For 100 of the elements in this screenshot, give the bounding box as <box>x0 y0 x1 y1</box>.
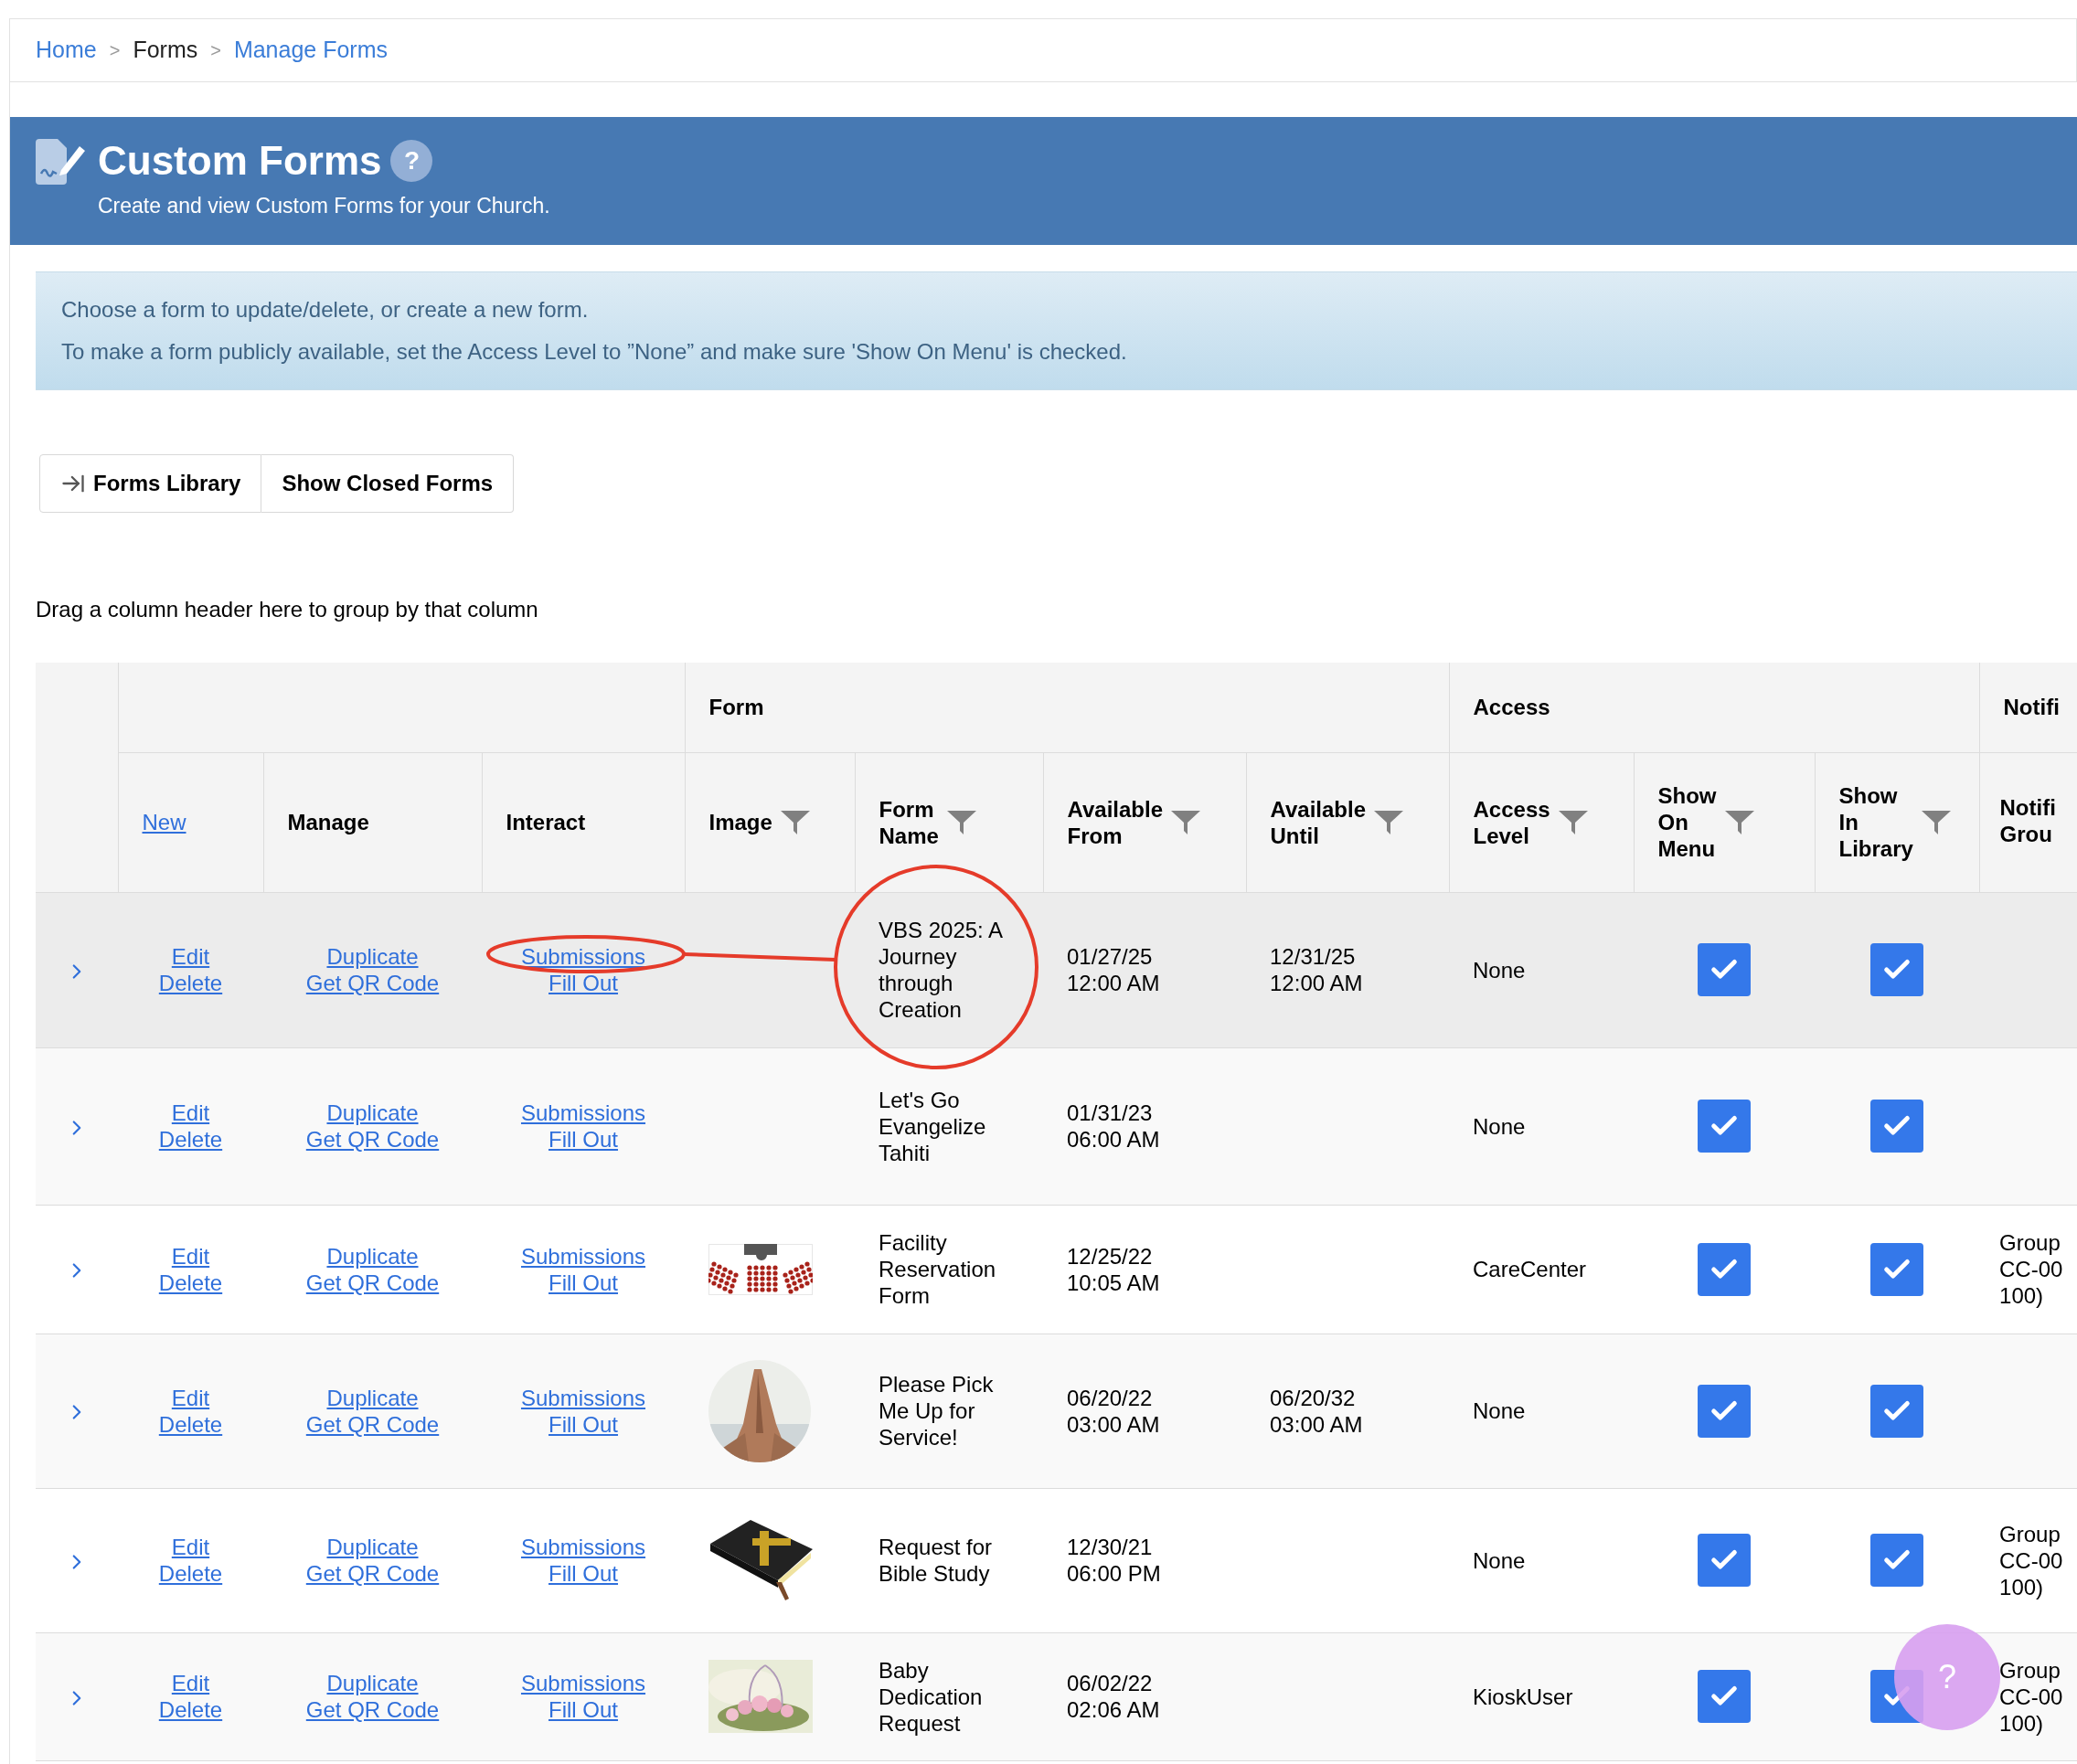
fill-out-link[interactable]: Fill Out <box>549 970 618 996</box>
filter-icon[interactable] <box>1373 808 1404 836</box>
available-until: 12/31/25 12:00 AM <box>1270 943 1364 996</box>
access-level: CareCenter <box>1473 1257 1587 1281</box>
form-name: Baby Dedication Request <box>879 1657 983 1736</box>
access-level: None <box>1473 1398 1526 1423</box>
breadcrumb-current: Forms <box>133 36 198 65</box>
qr-code-link[interactable]: Get QR Code <box>305 970 440 996</box>
column-header: Manage <box>287 808 369 835</box>
checkbox[interactable] <box>1870 943 1923 996</box>
available-from: 06/02/22 02:06 AM <box>1067 1670 1161 1723</box>
submissions-link[interactable]: Submissions <box>520 1534 646 1560</box>
filter-icon[interactable] <box>1557 808 1589 836</box>
duplicate-link[interactable]: Duplicate <box>326 1242 419 1270</box>
column-header: Show On Menu <box>1657 782 1717 862</box>
form-name: Facility Reservation Form <box>879 1230 996 1308</box>
access-level: KioskUser <box>1473 1684 1573 1709</box>
available-until: 06/20/32 03:00 AM <box>1270 1384 1364 1438</box>
checkbox[interactable] <box>1698 1100 1751 1153</box>
breadcrumb-separator: > <box>210 39 221 62</box>
form-name: Please Pick Me Up for Service! <box>879 1372 994 1450</box>
duplicate-link[interactable]: Duplicate <box>326 1384 419 1411</box>
notification-group: Group CC-00 100) <box>1999 1520 2077 1600</box>
edit-link[interactable]: Edit <box>171 1242 210 1270</box>
access-level: None <box>1473 1547 1526 1573</box>
edit-link[interactable]: Edit <box>171 1384 210 1411</box>
edit-link[interactable]: Edit <box>171 1670 210 1696</box>
new-form-link[interactable]: New <box>142 809 186 834</box>
notification-group: Group CC-00 100) <box>1999 1656 2077 1737</box>
page-subtitle: Create and view Custom Forms for your Church. <box>98 193 550 219</box>
column-group-header: Form <box>708 694 764 719</box>
available-from: 01/27/25 12:00 AM <box>1067 943 1161 996</box>
fill-out-link[interactable]: Fill Out <box>549 1126 618 1153</box>
filter-icon[interactable] <box>1723 808 1755 836</box>
edit-link[interactable]: Edit <box>171 943 210 970</box>
filter-icon[interactable] <box>779 808 811 836</box>
delete-link[interactable]: Delete <box>158 1410 223 1438</box>
qr-code-link[interactable]: Get QR Code <box>305 1410 440 1438</box>
column-header: Access Level <box>1473 795 1550 849</box>
checkbox[interactable] <box>1698 943 1751 996</box>
fill-out-link[interactable]: Fill Out <box>549 1696 618 1723</box>
qr-code-link[interactable]: Get QR Code <box>305 1126 440 1153</box>
column-header: Interact <box>506 808 586 835</box>
edit-link[interactable]: Edit <box>171 1100 210 1126</box>
available-from: 06/20/22 03:00 AM <box>1067 1384 1161 1438</box>
column-header: Form Name <box>879 795 939 849</box>
access-level: None <box>1473 957 1526 983</box>
column-group-header: Access <box>1473 694 1550 719</box>
submissions-link[interactable]: Submissions <box>520 1384 646 1411</box>
fill-out-link[interactable]: Fill Out <box>549 1560 618 1587</box>
available-from: 01/31/23 06:00 AM <box>1067 1100 1161 1153</box>
forms-library-button[interactable]: Forms Library <box>39 454 262 513</box>
checkbox[interactable] <box>1870 1384 1923 1438</box>
info-text: Choose a form to update/delete, or create a new form. <box>61 296 590 324</box>
duplicate-link[interactable]: Duplicate <box>326 1100 419 1126</box>
form-name: Let's Go Evangelize Tahiti <box>879 1087 986 1165</box>
delete-link[interactable]: Delete <box>158 1126 223 1153</box>
duplicate-link[interactable]: Duplicate <box>326 1670 419 1696</box>
delete-link[interactable]: Delete <box>158 1269 223 1296</box>
notification-group: Group CC-00 100) <box>1999 1229 2077 1309</box>
column-header: Image <box>708 809 772 835</box>
breadcrumb-link[interactable]: Home <box>36 33 97 68</box>
breadcrumb-separator: > <box>109 39 121 62</box>
submissions-link[interactable]: Submissions <box>520 1242 646 1270</box>
available-from: 12/30/21 06:00 PM <box>1067 1534 1162 1587</box>
filter-icon[interactable] <box>1920 808 1952 836</box>
form-name: Request for Bible Study <box>879 1535 993 1586</box>
submissions-link[interactable]: Submissions <box>520 1100 646 1126</box>
duplicate-link[interactable]: Duplicate <box>326 943 419 970</box>
column-header: Available Until <box>1270 795 1366 849</box>
checkbox[interactable] <box>1870 1100 1923 1153</box>
delete-link[interactable]: Delete <box>158 1696 223 1723</box>
checkbox[interactable] <box>1698 1670 1751 1723</box>
checkbox[interactable] <box>1698 1534 1751 1587</box>
fill-out-link[interactable]: Fill Out <box>549 1410 618 1438</box>
submissions-link[interactable]: Submissions <box>520 1670 646 1696</box>
breadcrumb-link[interactable]: Manage Forms <box>233 33 388 68</box>
qr-code-link[interactable]: Get QR Code <box>305 1560 440 1587</box>
info-text: To make a form publicly available, set the Access Level to ”None” and make sure 'Show On Menu' is checked. <box>61 338 1128 366</box>
delete-link[interactable]: Delete <box>158 970 223 996</box>
delete-link[interactable]: Delete <box>158 1560 223 1587</box>
filter-icon[interactable] <box>945 808 977 836</box>
checkbox[interactable] <box>1698 1242 1751 1296</box>
filter-icon[interactable] <box>1170 808 1201 836</box>
fill-out-link[interactable]: Fill Out <box>549 1269 618 1296</box>
column-header: Notifi Grou <box>1999 793 2056 847</box>
column-group-header: Notifi <box>2003 694 2060 719</box>
qr-code-link[interactable]: Get QR Code <box>305 1696 440 1723</box>
checkbox[interactable] <box>1870 1534 1923 1587</box>
form-edit-icon <box>34 139 85 186</box>
duplicate-link[interactable]: Duplicate <box>326 1534 419 1560</box>
page-title: Custom Forms <box>98 137 382 185</box>
group-hint: Drag a column header here to group by that column <box>36 596 539 623</box>
show-closed-forms-button[interactable]: Show Closed Forms <box>261 454 515 513</box>
form-name: VBS 2025: A Journey through Creation <box>879 918 1002 1022</box>
checkbox[interactable] <box>1870 1242 1923 1296</box>
column-header: Available From <box>1067 795 1163 849</box>
qr-code-link[interactable]: Get QR Code <box>305 1269 440 1296</box>
checkbox[interactable] <box>1698 1384 1751 1438</box>
edit-link[interactable]: Edit <box>171 1534 210 1560</box>
